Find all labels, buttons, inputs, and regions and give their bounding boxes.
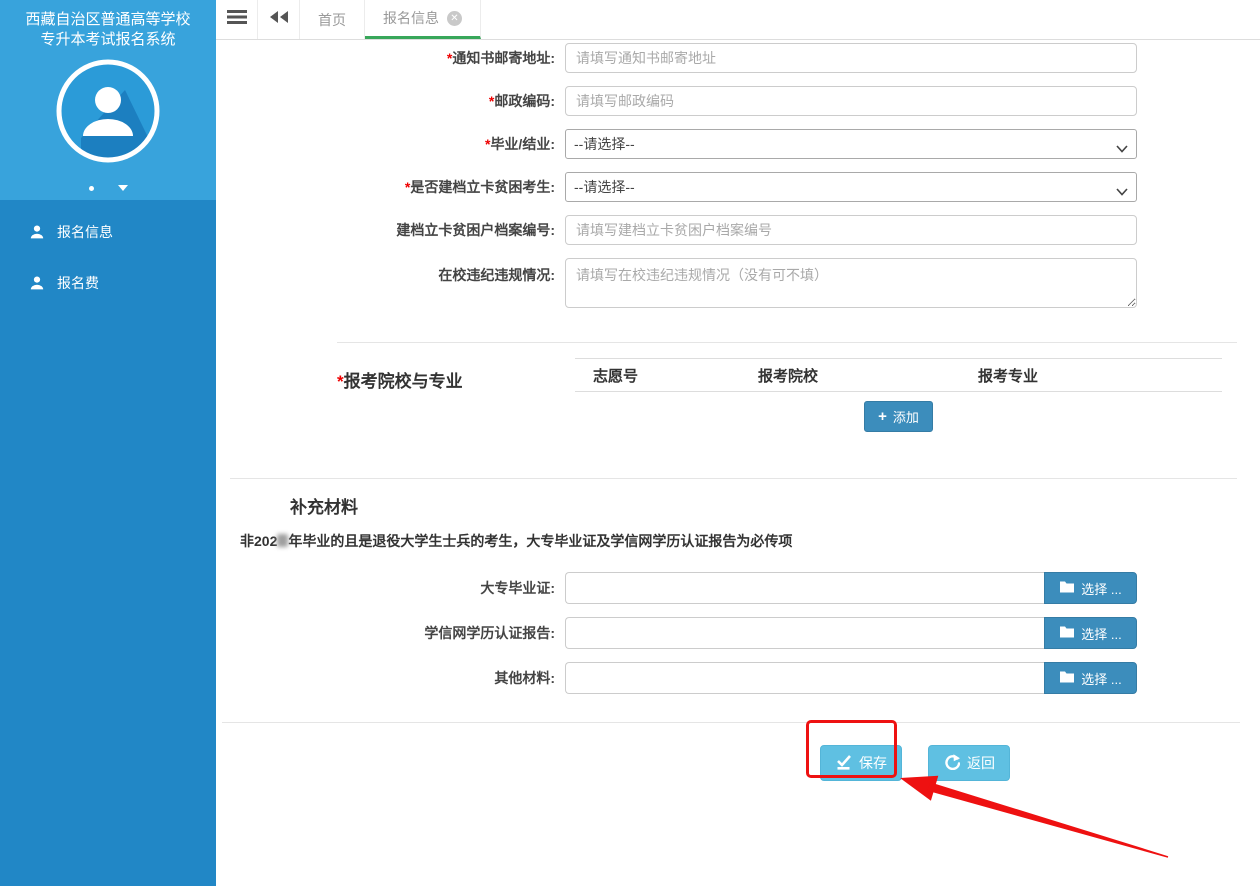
- collapse-tabs-button[interactable]: [258, 0, 300, 39]
- field-label: 其他材料:: [216, 668, 565, 688]
- field-label: 学信网学历认证报告:: [216, 623, 565, 643]
- user-avatar-icon: [55, 58, 161, 169]
- supplement-section-title: 补充材料: [290, 493, 1260, 518]
- form-row-graduation-status: *毕业/结业: --请选择--: [216, 129, 1260, 159]
- form-row-disciplinary-record: 在校违纪违规情况:: [216, 258, 1260, 313]
- field-label: *是否建档立卡贫困考生:: [216, 177, 565, 197]
- add-choice-button[interactable]: + 添加: [864, 401, 933, 432]
- save-button[interactable]: 保存: [820, 745, 902, 781]
- carousel-caret-icon[interactable]: [118, 185, 128, 191]
- other-materials-choose-button[interactable]: 选择 ...: [1044, 662, 1137, 694]
- field-label: 大专毕业证:: [216, 578, 565, 598]
- diploma-file-input[interactable]: [565, 572, 1044, 604]
- folder-icon: [1059, 670, 1075, 686]
- app-title-line1: 西藏自治区普通高等学校: [0, 10, 216, 30]
- field-label: 建档立卡贫困户档案编号:: [216, 220, 565, 240]
- poverty-registered-select[interactable]: --请选择--: [565, 172, 1137, 202]
- plus-icon: +: [878, 409, 887, 424]
- colleges-table-header: 志愿号 报考院校 报考专业: [575, 358, 1222, 392]
- rewind-icon: [268, 9, 290, 30]
- footer-divider: [222, 722, 1240, 723]
- diploma-choose-button[interactable]: 选择 ...: [1044, 572, 1137, 604]
- sidebar: 西藏自治区普通高等学校 专升本考试报名系统: [0, 0, 216, 886]
- sidebar-item-label: 报名费: [57, 273, 99, 293]
- disciplinary-record-textarea[interactable]: [565, 258, 1137, 308]
- redacted-digit: [277, 534, 288, 547]
- form-row-other-materials-upload: 其他材料: 选择 ...: [216, 662, 1260, 694]
- footer-actions: 保存 返回: [216, 745, 1260, 781]
- graduation-status-select[interactable]: --请选择--: [565, 129, 1137, 159]
- registration-form: *通知书邮寄地址: *邮政编码: *毕业/结业: --请选择--: [216, 40, 1260, 886]
- poverty-file-number-input[interactable]: [565, 215, 1137, 245]
- sidebar-item-registration-info[interactable]: 报名信息: [0, 206, 216, 257]
- form-row-chsi-report-upload: 学信网学历认证报告: 选择 ...: [216, 617, 1260, 649]
- form-row-mailing-address: *通知书邮寄地址:: [216, 43, 1260, 73]
- sidebar-header: 西藏自治区普通高等学校 专升本考试报名系统: [0, 0, 216, 200]
- topbar: 首页 报名信息 ✕: [216, 0, 1260, 40]
- colleges-table: 志愿号 报考院校 报考专业 + 添加: [575, 358, 1222, 432]
- sidebar-item-label: 报名信息: [57, 222, 113, 242]
- required-asterisk: *: [337, 372, 344, 391]
- user-icon: [30, 276, 44, 290]
- sidebar-nav: 报名信息 报名费: [0, 200, 216, 308]
- tab-home[interactable]: 首页: [300, 0, 365, 39]
- section-divider: [337, 342, 1237, 343]
- section-divider: [230, 478, 1237, 479]
- colleges-section: *报考院校与专业 志愿号 报考院校 报考专业 + 添加: [216, 358, 1260, 432]
- app-window: 西藏自治区普通高等学校 专升本考试报名系统: [0, 0, 1260, 886]
- field-label: *毕业/结业:: [216, 134, 565, 154]
- user-icon: [30, 225, 44, 239]
- folder-icon: [1059, 625, 1075, 641]
- carousel-dot-icon[interactable]: [89, 186, 94, 191]
- tab-registration-info[interactable]: 报名信息 ✕: [365, 0, 481, 39]
- sidebar-toggle-button[interactable]: [216, 0, 258, 39]
- field-label: *通知书邮寄地址:: [216, 48, 565, 68]
- postal-code-input[interactable]: [565, 86, 1137, 116]
- refresh-icon: [943, 753, 960, 773]
- column-header-choice-number: 志愿号: [575, 365, 740, 386]
- sidebar-pager: [0, 185, 216, 191]
- form-row-poverty-registered: *是否建档立卡贫困考生: --请选择--: [216, 172, 1260, 202]
- other-materials-file-input[interactable]: [565, 662, 1044, 694]
- chsi-report-file-input[interactable]: [565, 617, 1044, 649]
- save-icon: [835, 753, 852, 773]
- app-title: 西藏自治区普通高等学校 专升本考试报名系统: [0, 0, 216, 50]
- mailing-address-input[interactable]: [565, 43, 1137, 73]
- form-row-postal-code: *邮政编码:: [216, 86, 1260, 116]
- tab-close-icon[interactable]: ✕: [447, 11, 462, 26]
- tab-label: 首页: [318, 10, 346, 30]
- column-header-college: 报考院校: [740, 365, 960, 386]
- form-row-diploma-upload: 大专毕业证: 选择 ...: [216, 572, 1260, 604]
- colleges-section-title: *报考院校与专业: [337, 358, 575, 432]
- field-label: 在校违纪违规情况:: [216, 258, 565, 285]
- field-label: *邮政编码:: [216, 91, 565, 111]
- back-button[interactable]: 返回: [928, 745, 1010, 781]
- chsi-report-choose-button[interactable]: 选择 ...: [1044, 617, 1137, 649]
- supplement-note: 非202年毕业的且是退役大学生士兵的考生，大专毕业证及学信网学历认证报告为必传项: [240, 531, 1260, 551]
- sidebar-item-registration-fee[interactable]: 报名费: [0, 257, 216, 308]
- column-header-major: 报考专业: [960, 365, 1222, 386]
- hamburger-icon: [227, 9, 247, 30]
- app-title-line2: 专升本考试报名系统: [0, 30, 216, 50]
- form-row-poverty-file-number: 建档立卡贫困户档案编号:: [216, 215, 1260, 245]
- tab-label: 报名信息: [383, 8, 439, 28]
- folder-icon: [1059, 580, 1075, 596]
